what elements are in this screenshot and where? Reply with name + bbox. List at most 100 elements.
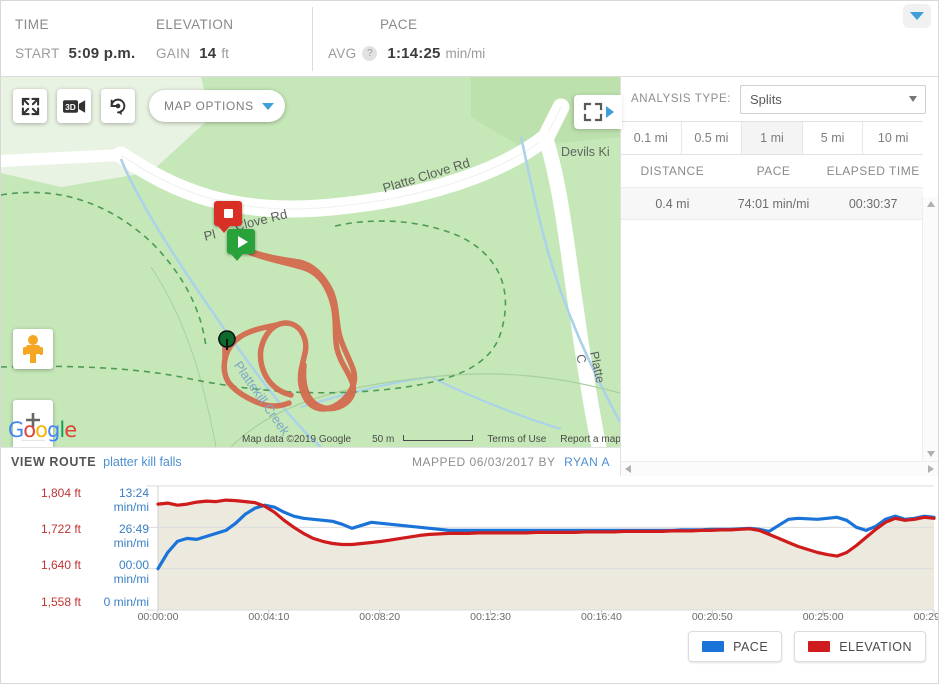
header-divider bbox=[312, 7, 313, 71]
activity-detail-page: TIME START 5:09 p.m. ELEVATION GAIN 14 f… bbox=[0, 0, 939, 684]
stat-elevation: ELEVATION GAIN 14 ft bbox=[156, 1, 296, 77]
x-tick-label: 00:00:00 bbox=[137, 611, 179, 623]
cell-elapsed-time: 00:30:37 bbox=[848, 196, 898, 211]
legend-swatch-pace bbox=[702, 641, 725, 652]
triangle-down-icon bbox=[926, 451, 935, 457]
tab-0-1-mi[interactable]: 0.1 mi bbox=[621, 122, 682, 154]
stat-time-sub: START bbox=[15, 46, 60, 61]
stat-elevation-label: ELEVATION bbox=[156, 17, 234, 32]
map-scale: 50 m bbox=[358, 434, 480, 445]
panel-collapse-button[interactable] bbox=[574, 95, 622, 129]
splits-table-header: DISTANCE PACE ELAPSED TIME bbox=[621, 155, 923, 188]
stat-pace-sub: AVG bbox=[328, 46, 357, 61]
pace-elevation-chart[interactable]: 1,804 ft 13:24 min/mi 1,722 ft 26:49 min… bbox=[1, 477, 938, 683]
stat-time-label: TIME bbox=[15, 17, 49, 32]
mapped-by-label: BY bbox=[538, 455, 556, 469]
pace-help-icon[interactable]: ? bbox=[362, 46, 378, 61]
stop-icon bbox=[223, 209, 233, 218]
route-name-link[interactable]: platter kill falls bbox=[103, 455, 182, 469]
street-view-pegman[interactable] bbox=[13, 329, 53, 369]
column-header-distance: DISTANCE bbox=[640, 164, 705, 178]
panel-vertical-scrollbar[interactable] bbox=[922, 197, 938, 461]
map-data-text: Map data ©2019 Google bbox=[242, 434, 352, 445]
view-route-label[interactable]: VIEW ROUTE bbox=[11, 455, 96, 469]
map-and-analysis-section: Devils Ki Platte Clove Rd Clove Rd Pl Pl… bbox=[1, 77, 938, 476]
stat-pace-label: PACE bbox=[380, 17, 418, 32]
stat-pace: PACE AVG ? 1:14:25 min/mi bbox=[328, 1, 558, 77]
tab-0-5-mi[interactable]: 0.5 mi bbox=[681, 122, 743, 154]
three-d-button[interactable]: 3D bbox=[57, 89, 91, 123]
x-tick-label: 00:16:40 bbox=[580, 611, 622, 623]
y-tick-elevation-3: 1,558 ft bbox=[40, 595, 81, 609]
chevron-down-icon bbox=[910, 12, 924, 20]
stat-elevation-value: 14 bbox=[199, 45, 217, 62]
split-distance-tabs: 0.1 mi 0.5 mi 1 mi 5 mi 10 mi bbox=[621, 121, 923, 155]
map-expand-icon bbox=[583, 102, 602, 122]
legend-label-elevation: ELEVATION bbox=[839, 639, 912, 654]
map-canvas bbox=[1, 77, 620, 447]
replay-rotate-icon bbox=[110, 98, 126, 116]
y-tick-pace-1: 26:49 min/mi bbox=[113, 522, 149, 550]
stat-pace-unit: min/mi bbox=[445, 46, 486, 61]
legend-swatch-elevation bbox=[808, 641, 831, 652]
x-tick-label: 00:20:50 bbox=[691, 611, 733, 623]
x-tick-label: 00:04:10 bbox=[248, 611, 290, 623]
scroll-right-arrow[interactable] bbox=[928, 465, 934, 473]
analysis-type-label: ANALYSIS TYPE: bbox=[631, 93, 732, 105]
y-tick-elevation-1: 1,722 ft bbox=[40, 522, 81, 536]
map-options-dropdown[interactable]: MAP OPTIONS bbox=[149, 90, 285, 122]
street-view-pegman-icon bbox=[23, 335, 43, 363]
terms-of-use-link[interactable]: Terms of Use bbox=[480, 434, 553, 445]
cell-pace: 74:01 min/mi bbox=[737, 196, 810, 211]
chevron-right-icon bbox=[605, 106, 614, 118]
legend-label-pace: PACE bbox=[733, 639, 769, 654]
fullscreen-button[interactable] bbox=[13, 89, 47, 123]
panel-horizontal-scrollbar[interactable] bbox=[621, 461, 938, 476]
route-map[interactable]: Devils Ki Platte Clove Rd Clove Rd Pl Pl… bbox=[1, 77, 620, 447]
x-tick-label: 00:12:30 bbox=[470, 611, 511, 623]
column-header-elapsed-time: ELAPSED TIME bbox=[826, 164, 920, 178]
chevron-down-icon bbox=[909, 96, 917, 102]
scale-bar-icon bbox=[403, 435, 474, 441]
mapped-date: 06/03/2017 bbox=[469, 455, 535, 469]
author-link[interactable]: RYAN A bbox=[564, 455, 610, 469]
scroll-left-arrow[interactable] bbox=[625, 465, 631, 473]
y-tick-elevation-2: 1,640 ft bbox=[40, 558, 81, 572]
tab-5-mi[interactable]: 5 mi bbox=[802, 122, 864, 154]
expand-arrows-icon bbox=[21, 97, 39, 115]
map-control-bar: 3D MAP OPTIONS bbox=[13, 89, 285, 123]
map-attribution: Map data ©2019 Google 50 m Terms of Use … bbox=[235, 434, 620, 445]
table-row[interactable]: 0.4 mi 74:01 min/mi 00:30:37 bbox=[621, 188, 923, 220]
chart-legend: PACE ELEVATION bbox=[688, 631, 926, 662]
stat-elevation-unit: ft bbox=[221, 46, 229, 61]
analysis-type-select[interactable]: Splits bbox=[740, 84, 926, 114]
header-collapse-button[interactable] bbox=[903, 4, 931, 28]
report-map-error-link[interactable]: Report a map error bbox=[553, 434, 620, 445]
scroll-down-arrow[interactable] bbox=[923, 447, 938, 461]
y-tick-pace-2: 00:00 min/mi bbox=[113, 558, 149, 586]
x-tick-label: 00:25:00 bbox=[802, 611, 844, 623]
replay-button[interactable] bbox=[101, 89, 135, 123]
x-tick-label: 00:29:10 bbox=[913, 611, 938, 623]
tab-1-mi[interactable]: 1 mi bbox=[742, 122, 803, 154]
triangle-up-icon bbox=[926, 201, 935, 207]
cell-distance: 0.4 mi bbox=[655, 196, 690, 211]
stats-header: TIME START 5:09 p.m. ELEVATION GAIN 14 f… bbox=[1, 1, 938, 77]
y-tick-pace-3: 0 min/mi bbox=[103, 595, 149, 609]
stat-time-value: 5:09 p.m. bbox=[68, 45, 136, 62]
legend-item-elevation[interactable]: ELEVATION bbox=[794, 631, 926, 662]
y-tick-elevation-0: 1,804 ft bbox=[40, 486, 81, 500]
tab-10-mi[interactable]: 10 mi bbox=[863, 122, 923, 154]
legend-item-pace[interactable]: PACE bbox=[688, 631, 783, 662]
map-label-devils-ki: Devils Ki bbox=[561, 145, 610, 159]
start-marker[interactable] bbox=[227, 229, 255, 261]
google-logo: Google bbox=[8, 418, 77, 442]
svg-text:3D: 3D bbox=[65, 102, 76, 112]
analysis-panel: ANALYSIS TYPE: Splits 0.1 mi 0.5 mi 1 mi… bbox=[574, 77, 938, 476]
chevron-down-icon bbox=[261, 102, 274, 110]
stat-pace-value: 1:14:25 bbox=[387, 45, 441, 62]
column-header-pace: PACE bbox=[756, 164, 791, 178]
stat-time: TIME START 5:09 p.m. bbox=[15, 1, 145, 77]
scroll-up-arrow[interactable] bbox=[923, 197, 938, 211]
3d-camera-icon: 3D bbox=[62, 99, 85, 113]
